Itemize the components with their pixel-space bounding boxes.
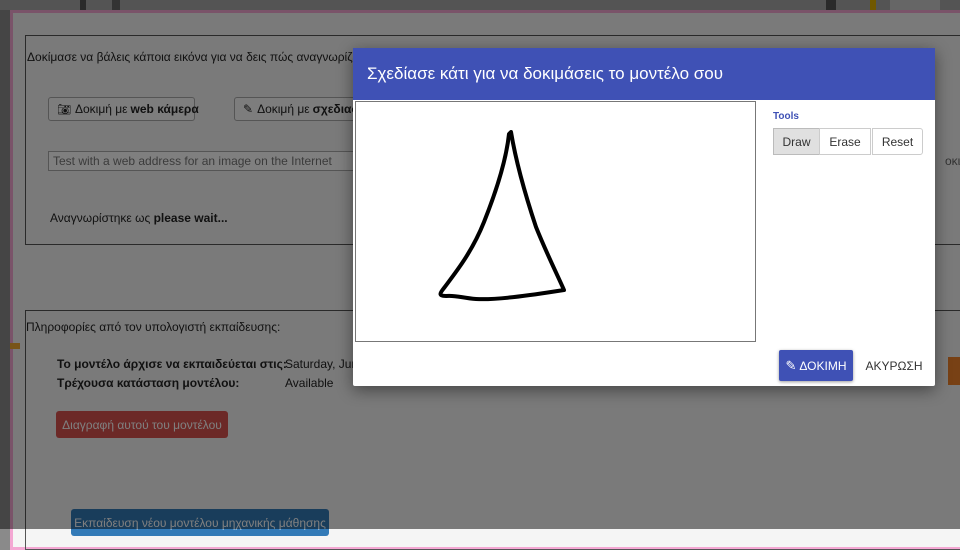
tool-draw-button[interactable]: Draw bbox=[773, 128, 820, 155]
tools-label: Tools bbox=[773, 111, 799, 122]
drawing-canvas[interactable] bbox=[355, 101, 756, 342]
tool-erase-button[interactable]: Erase bbox=[819, 128, 871, 155]
cancel-button[interactable]: ΑΚΥΡΩΣΗ bbox=[859, 350, 929, 381]
test-button-label: ΔΟΚΙΜΗ bbox=[799, 358, 847, 373]
drawn-sketch bbox=[438, 130, 566, 302]
dialog-title: Σχεδίασε κάτι για να δοκιμάσεις το μοντέ… bbox=[353, 48, 935, 100]
tool-reset-button[interactable]: Reset bbox=[872, 128, 923, 155]
pencil-icon: ✎ bbox=[785, 357, 797, 373]
test-button[interactable]: ✎ ΔΟΚΙΜΗ bbox=[779, 350, 853, 381]
draw-test-dialog: Σχεδίασε κάτι για να δοκιμάσεις το μοντέ… bbox=[353, 48, 935, 386]
